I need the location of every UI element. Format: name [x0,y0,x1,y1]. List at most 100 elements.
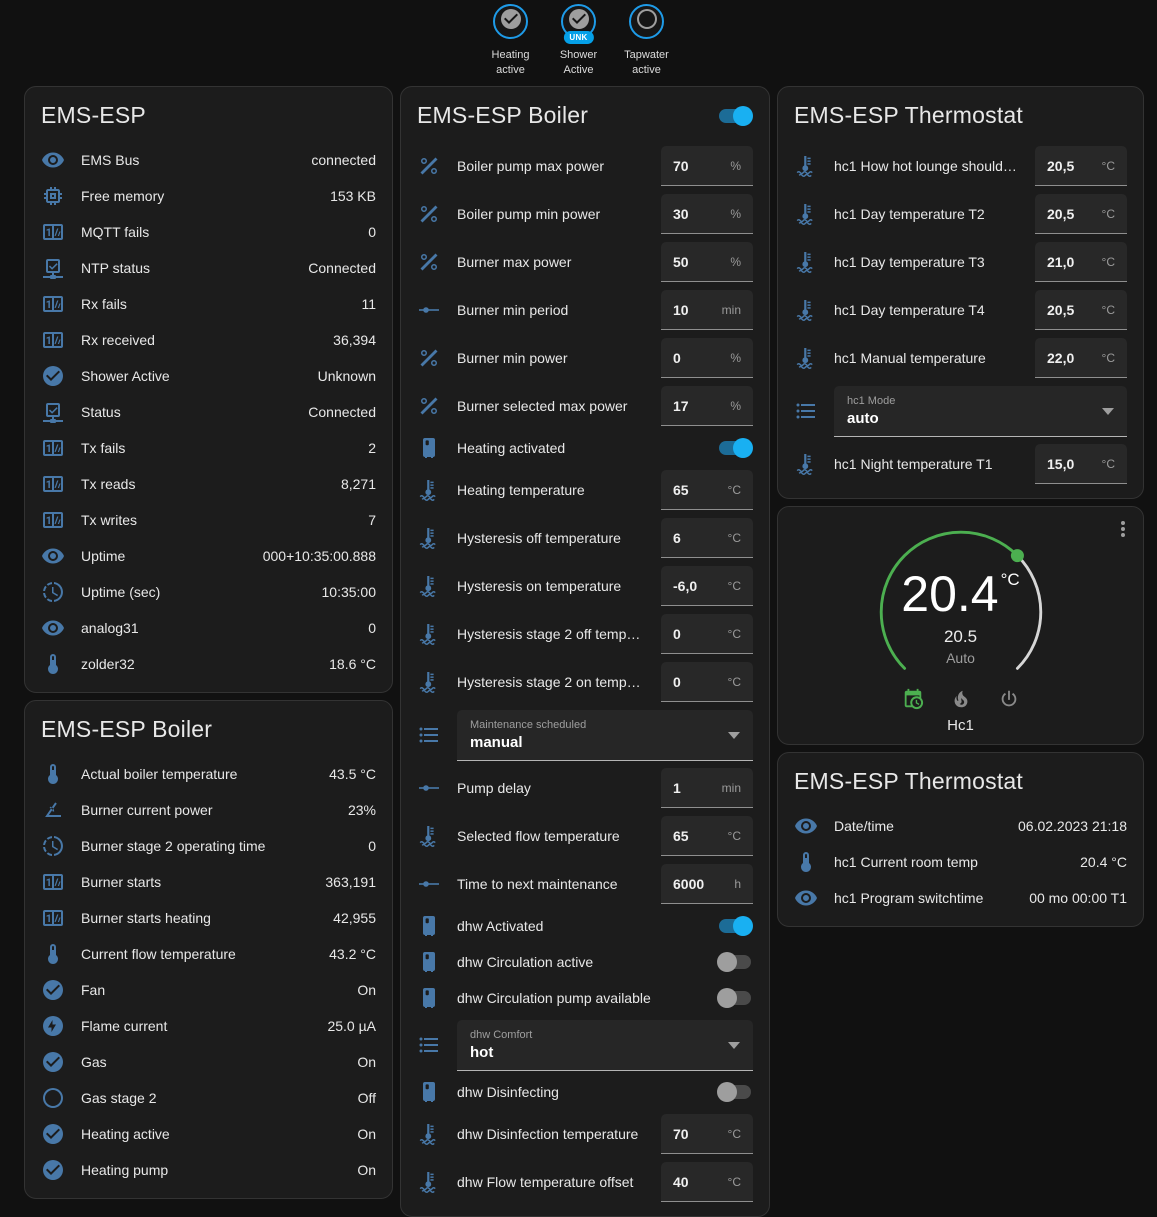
toggle-switch[interactable] [717,916,753,936]
number-unit: °C [1102,159,1115,173]
entity-row[interactable]: Tx fails2 [25,430,392,466]
entity-row[interactable]: Rx received36,394 [25,322,392,358]
number-input[interactable]: 6°C [661,518,753,558]
number-value: 6000 [673,876,704,892]
entity-row[interactable]: Shower ActiveUnknown [25,358,392,394]
number-unit: % [730,351,741,365]
entity-value: Unknown [318,368,376,384]
number-input[interactable]: 30% [661,194,753,234]
entity-row[interactable]: analog310 [25,610,392,646]
coolant-icon [794,346,818,370]
entity-label: dhw Circulation pump available [457,990,717,1006]
thermostat-dial[interactable]: 20.4°C 20.5 Auto [874,525,1048,699]
number-input[interactable]: 20,5°C [1035,290,1127,330]
entity-row: Hysteresis off temperature6°C [401,514,769,562]
entity-label: Hysteresis off temperature [457,530,661,546]
entity-row[interactable]: Actual boiler temperature43.5 °C [25,756,392,792]
entity-row[interactable]: GasOn [25,1044,392,1080]
counter-icon [41,472,65,496]
number-input[interactable]: 70°C [661,1114,753,1154]
select-value: manual [470,734,719,751]
number-unit: °C [1102,255,1115,269]
badge-label: Heating active [482,48,540,78]
mode-off-button[interactable] [998,688,1020,710]
number-input[interactable]: 1min [661,768,753,808]
kebab-menu-icon[interactable] [1111,517,1135,541]
entity-label: dhw Circulation active [457,954,717,970]
entity-row[interactable]: FanOn [25,972,392,1008]
entity-row[interactable]: hc1 Program switchtime00 mo 00:00 T1 [778,880,1143,916]
entity-value: 25.0 µA [327,1018,376,1034]
eye-icon [41,544,65,568]
entity-label: analog31 [81,620,368,636]
number-input[interactable]: 65°C [661,470,753,510]
toggle-switch[interactable] [717,1082,753,1102]
entity-label: dhw Disinfection temperature [457,1126,661,1142]
entity-value: Connected [308,404,376,420]
number-input[interactable]: 21,0°C [1035,242,1127,282]
entity-row[interactable]: EMS Busconnected [25,142,392,178]
entity-row[interactable]: Burner stage 2 operating time0 [25,828,392,864]
badge-shower-active[interactable]: UNKShower Active [550,4,608,78]
select-dropdown[interactable]: Maintenance scheduledmanual [457,710,753,761]
entity-row[interactable]: Burner starts heating42,955 [25,900,392,936]
entity-row[interactable]: Gas stage 2Off [25,1080,392,1116]
mode-heat-button[interactable] [950,688,972,710]
select-dropdown[interactable]: hc1 Modeauto [834,386,1127,437]
entity-row[interactable]: Flame current25.0 µA [25,1008,392,1044]
counter-icon [41,220,65,244]
number-input[interactable]: 17% [661,386,753,426]
select-dropdown[interactable]: dhw Comforthot [457,1020,753,1071]
entity-row[interactable]: zolder3218.6 °C [25,646,392,682]
entity-row[interactable]: Date/time06.02.2023 21:18 [778,808,1143,844]
chevron-down-icon [1102,408,1114,415]
toggle-switch[interactable] [717,988,753,1008]
number-input[interactable]: 15,0°C [1035,444,1127,484]
badge-tapwater-active[interactable]: Tapwater active [618,4,676,78]
entity-row[interactable]: Current flow temperature43.2 °C [25,936,392,972]
number-input[interactable]: 70% [661,146,753,186]
toggle-switch[interactable] [717,952,753,972]
number-input[interactable]: 0°C [661,614,753,654]
entity-row[interactable]: Uptime (sec)10:35:00 [25,574,392,610]
number-input[interactable]: 0% [661,338,753,378]
number-input[interactable]: 10min [661,290,753,330]
number-input[interactable]: 50% [661,242,753,282]
counter-icon [41,292,65,316]
badge-circle [493,4,528,39]
number-value: 0 [673,674,681,690]
entity-row[interactable]: NTP statusConnected [25,250,392,286]
entity-value: 00 mo 00:00 T1 [1029,890,1127,906]
number-input[interactable]: 20,5°C [1035,194,1127,234]
chevron-down-icon [728,1042,740,1049]
entity-row[interactable]: StatusConnected [25,394,392,430]
entity-label: Burner starts [81,874,325,890]
list-icon [417,723,441,747]
number-input[interactable]: 0°C [661,662,753,702]
number-input[interactable]: 22,0°C [1035,338,1127,378]
entity-row[interactable]: Burner starts363,191 [25,864,392,900]
mode-auto-button[interactable] [902,688,924,710]
entity-row[interactable]: Tx writes7 [25,502,392,538]
number-input[interactable]: -6,0°C [661,566,753,606]
number-input[interactable]: 40°C [661,1162,753,1202]
entity-row[interactable]: Heating pumpOn [25,1152,392,1188]
entity-row[interactable]: MQTT fails0 [25,214,392,250]
number-input[interactable]: 6000h [661,864,753,904]
check-circle-icon [41,1122,65,1146]
number-input[interactable]: 65°C [661,816,753,856]
entity-row[interactable]: Tx reads8,271 [25,466,392,502]
toggle-switch[interactable] [717,438,753,458]
entity-row[interactable]: Uptime000+10:35:00.888 [25,538,392,574]
entity-row[interactable]: Free memory153 KB [25,178,392,214]
entity-row[interactable]: Rx fails11 [25,286,392,322]
entity-row[interactable]: Burner current power23% [25,792,392,828]
entity-row[interactable]: hc1 Current room temp20.4 °C [778,844,1143,880]
badge-label: Shower Active [550,48,608,78]
badge-heating-active[interactable]: Heating active [482,4,540,78]
number-input[interactable]: 20,5°C [1035,146,1127,186]
number-value: 40 [673,1174,689,1190]
entity-row[interactable]: Heating activeOn [25,1116,392,1152]
coolant-icon [794,298,818,322]
card-toggle-switch[interactable] [717,106,753,126]
